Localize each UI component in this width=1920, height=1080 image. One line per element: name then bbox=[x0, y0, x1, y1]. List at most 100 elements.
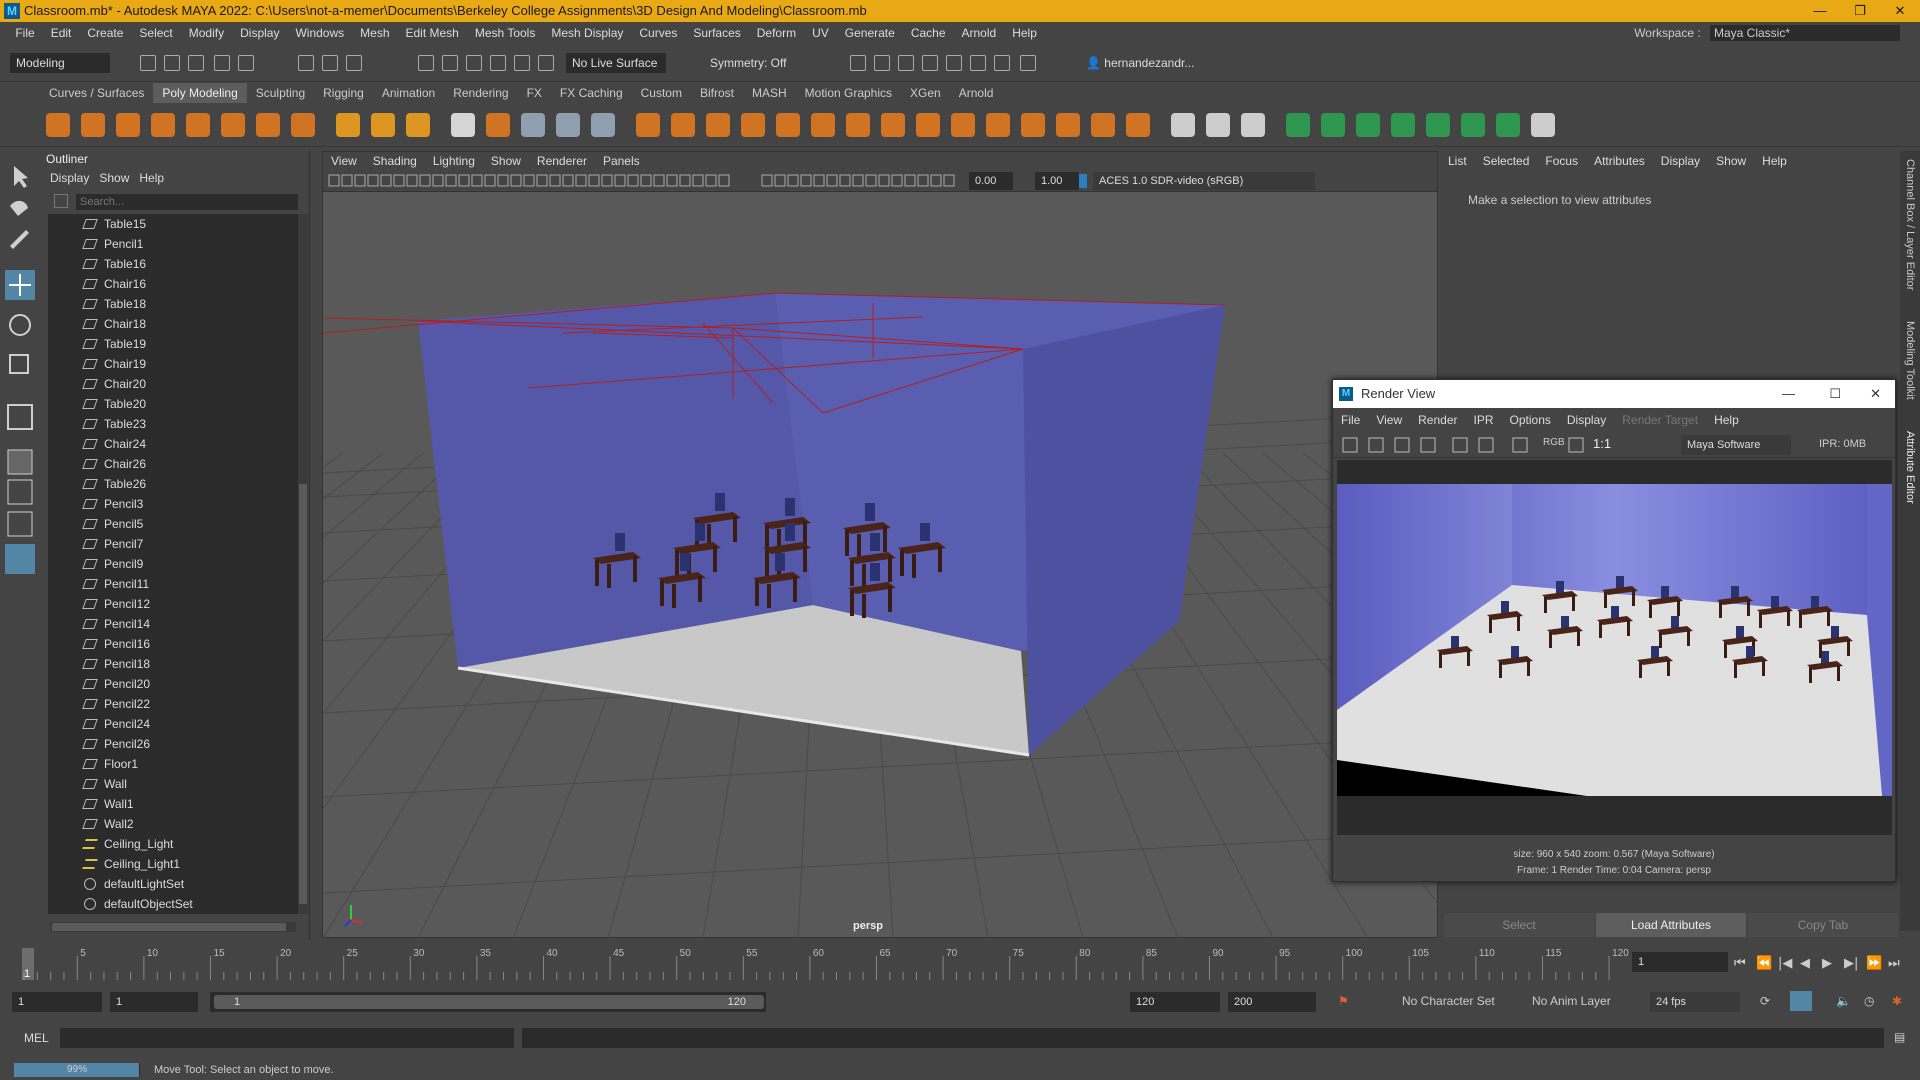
outliner-item-table23[interactable]: Table23 bbox=[48, 414, 298, 434]
render-tool-icon-4[interactable] bbox=[946, 55, 962, 71]
attr-menu-focus[interactable]: Focus bbox=[1537, 151, 1586, 171]
viewport-tool-icon-30[interactable] bbox=[718, 174, 730, 187]
exposure-field[interactable]: 0.00 bbox=[969, 172, 1013, 190]
viewport-tool-icon-32[interactable] bbox=[774, 174, 786, 187]
command-language-label[interactable]: MEL bbox=[24, 1031, 49, 1045]
status-tool-icon-9[interactable] bbox=[442, 55, 458, 71]
outliner-item-pencil7[interactable]: Pencil7 bbox=[48, 534, 298, 554]
shelf-tool-icon-3[interactable] bbox=[151, 113, 175, 137]
shelf-tab-animation[interactable]: Animation bbox=[373, 83, 444, 103]
shelf-tool-icon-40[interactable] bbox=[1496, 113, 1520, 137]
menu-arnold[interactable]: Arnold bbox=[954, 22, 1005, 44]
back-left-wall-mesh[interactable] bbox=[418, 293, 813, 668]
playback-button-2[interactable]: |◀ bbox=[1778, 956, 1792, 971]
playback-button-4[interactable]: ▶ bbox=[1822, 956, 1832, 971]
time-slider[interactable]: 5 10 15 20 25 30 35 40 45 50 55 60 65 70 75 80 85 90 95 100… bbox=[0, 942, 1920, 982]
shelf-tool-icon-33[interactable] bbox=[1241, 113, 1265, 137]
playback-button-0[interactable]: ⏮ bbox=[1734, 956, 1746, 971]
shelf-tool-icon-2[interactable] bbox=[116, 113, 140, 137]
shelf-tab-poly-modeling[interactable]: Poly Modeling bbox=[153, 83, 247, 103]
rv-menu-render-target[interactable]: Render Target bbox=[1614, 410, 1706, 430]
viewport-tool-icon-41[interactable] bbox=[891, 174, 903, 187]
menu-generate[interactable]: Generate bbox=[837, 22, 903, 44]
menu-set-dropdown[interactable]: Modeling bbox=[10, 53, 110, 73]
shelf-tab-sculpting[interactable]: Sculpting bbox=[247, 83, 314, 103]
outliner-menu-show[interactable]: Show bbox=[99, 170, 129, 186]
outliner-item-chair19[interactable]: Chair19 bbox=[48, 354, 298, 374]
attr-menu-help[interactable]: Help bbox=[1754, 151, 1795, 171]
viewport-tool-icon-1[interactable] bbox=[341, 174, 353, 187]
status-tool-icon-3[interactable] bbox=[214, 55, 230, 71]
outliner-item-chair20[interactable]: Chair20 bbox=[48, 374, 298, 394]
outliner-item-pencil3[interactable]: Pencil3 bbox=[48, 494, 298, 514]
outliner-item-pencil12[interactable]: Pencil12 bbox=[48, 594, 298, 614]
rv-menu-options[interactable]: Options bbox=[1502, 410, 1559, 430]
shelf-tool-icon-11[interactable] bbox=[451, 113, 475, 137]
channel-box-tab[interactable]: Channel Box / Layer Editor bbox=[1904, 159, 1916, 290]
color-space-dropdown[interactable]: ACES 1.0 SDR-video (sRGB) bbox=[1093, 172, 1315, 190]
playback-controls[interactable]: ⏮ ⏪ |◀ ◀ ▶ ▶| ⏩ ⏭ bbox=[1730, 950, 1910, 974]
menu-uv[interactable]: UV bbox=[804, 22, 837, 44]
shelf-tab-rigging[interactable]: Rigging bbox=[314, 83, 373, 103]
outliner-item-defaultlightset[interactable]: defaultLightSet bbox=[48, 874, 298, 894]
rv-tool-icon-6[interactable] bbox=[1512, 437, 1528, 453]
viewport-tool-icon-14[interactable] bbox=[510, 174, 522, 187]
status-tool-icon-4[interactable] bbox=[238, 55, 254, 71]
viewport-tool-icon-15[interactable] bbox=[523, 174, 535, 187]
outliner-menu-help[interactable]: Help bbox=[139, 170, 164, 186]
copy-tab-button[interactable]: Copy Tab bbox=[1748, 913, 1898, 937]
rv-tool-icon-5[interactable] bbox=[1478, 437, 1494, 453]
render-image[interactable] bbox=[1337, 460, 1892, 835]
viewport-tool-icon-16[interactable] bbox=[536, 174, 548, 187]
rv-tool-icon-0[interactable] bbox=[1342, 437, 1358, 453]
render-tool-icon-7[interactable] bbox=[1020, 55, 1036, 71]
menu-create[interactable]: Create bbox=[79, 22, 131, 44]
menu-select[interactable]: Select bbox=[131, 22, 180, 44]
viewport-tool-icon-12[interactable] bbox=[484, 174, 496, 187]
auto-key-icon[interactable]: ⚑ bbox=[1338, 994, 1349, 1008]
viewport-tool-icon-39[interactable] bbox=[865, 174, 877, 187]
rv-maximize-button[interactable]: ☐ bbox=[1829, 380, 1841, 408]
outliner-item-pencil20[interactable]: Pencil20 bbox=[48, 674, 298, 694]
rv-minimize-button[interactable]: — bbox=[1782, 380, 1795, 408]
shelf-tool-icon-5[interactable] bbox=[221, 113, 245, 137]
viewport-tool-icon-19[interactable] bbox=[575, 174, 587, 187]
status-tool-icon-0[interactable] bbox=[140, 55, 156, 71]
rv-tool-icon-1[interactable] bbox=[1368, 437, 1384, 453]
shelf-tool-icon-0[interactable] bbox=[46, 113, 70, 137]
status-tool-icon-2[interactable] bbox=[188, 55, 204, 71]
minimize-button[interactable]: — bbox=[1800, 0, 1840, 22]
shelf-tool-icon-19[interactable] bbox=[741, 113, 765, 137]
outliner-filter-icon[interactable] bbox=[54, 194, 68, 208]
menu-mesh[interactable]: Mesh bbox=[352, 22, 397, 44]
viewport-tool-icon-3[interactable] bbox=[367, 174, 379, 187]
shelf-tool-icon-34[interactable] bbox=[1286, 113, 1310, 137]
viewport-tool-icon-20[interactable] bbox=[588, 174, 600, 187]
attr-menu-display[interactable]: Display bbox=[1653, 151, 1708, 171]
shelf-tool-icon-23[interactable] bbox=[881, 113, 905, 137]
status-tool-icon-8[interactable] bbox=[418, 55, 434, 71]
viewport-tool-icon-40[interactable] bbox=[878, 174, 890, 187]
rv-close-button[interactable]: ✕ bbox=[1870, 380, 1881, 408]
viewport-menu-renderer[interactable]: Renderer bbox=[529, 152, 595, 170]
shelf-tool-icon-9[interactable] bbox=[371, 113, 395, 137]
outliner-menu-display[interactable]: Display bbox=[50, 170, 89, 186]
workspace-selector[interactable]: Workspace : Maya Classic* bbox=[1634, 25, 1900, 41]
viewport-tool-icon-22[interactable] bbox=[614, 174, 626, 187]
viewport-tool-icon-42[interactable] bbox=[904, 174, 916, 187]
rv-menu-help[interactable]: Help bbox=[1706, 410, 1747, 430]
status-tool-icon-7[interactable] bbox=[346, 55, 362, 71]
live-surface-field[interactable]: No Live Surface bbox=[566, 53, 666, 73]
playback-button-6[interactable]: ⏩ bbox=[1866, 955, 1882, 971]
viewport-menu-show[interactable]: Show bbox=[483, 152, 529, 170]
menu-mesh-tools[interactable]: Mesh Tools bbox=[467, 22, 543, 44]
viewport-tool-icon-38[interactable] bbox=[852, 174, 864, 187]
symmetry-dropdown[interactable]: Symmetry: Off bbox=[704, 53, 804, 73]
viewport-menu-lighting[interactable]: Lighting bbox=[425, 152, 483, 170]
shelf-tool-icon-26[interactable] bbox=[986, 113, 1010, 137]
menu-display[interactable]: Display bbox=[232, 22, 287, 44]
menu-cache[interactable]: Cache bbox=[903, 22, 954, 44]
status-tool-icon-10[interactable] bbox=[466, 55, 482, 71]
shelf-tool-icon-21[interactable] bbox=[811, 113, 835, 137]
close-button[interactable]: ✕ bbox=[1880, 0, 1920, 22]
